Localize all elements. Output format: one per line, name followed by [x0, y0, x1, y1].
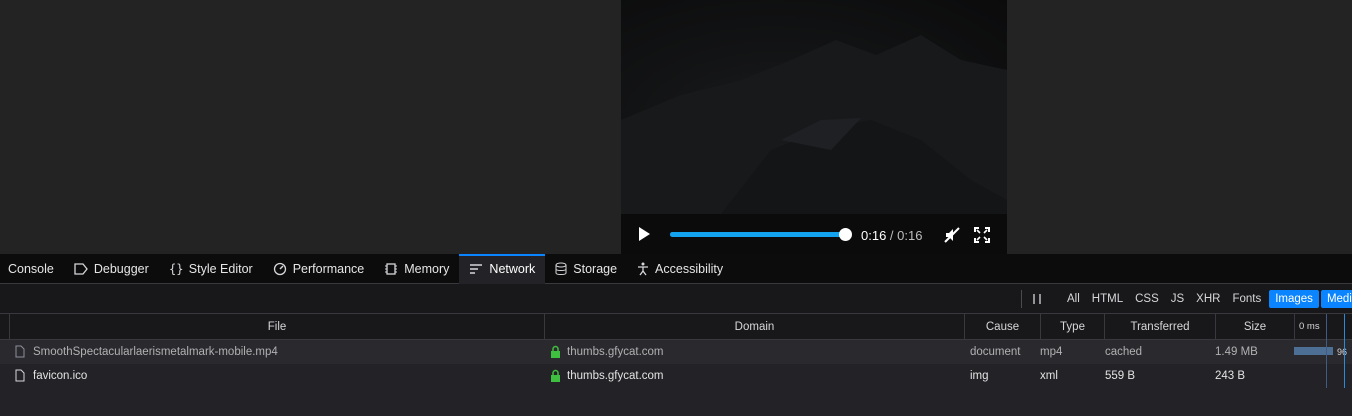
request-type: mp4	[1040, 346, 1063, 358]
request-domain: thumbs.gfycat.com	[567, 370, 664, 382]
filter-js[interactable]: JS	[1165, 290, 1190, 308]
column-header-file[interactable]: File	[9, 314, 544, 340]
timeline-marker-domcontentloaded	[1326, 314, 1327, 388]
svg-text:{}: {}	[169, 262, 183, 276]
file-icon	[15, 345, 25, 358]
video-content-image	[621, 35, 1007, 214]
request-type: xml	[1040, 370, 1058, 382]
video-controls: 0:16 / 0:16	[621, 214, 1007, 254]
request-file: favicon.ico	[33, 370, 88, 382]
request-file: SmoothSpectacularlaerismetalmark-mobile.…	[33, 346, 278, 358]
fullscreen-icon[interactable]	[973, 226, 991, 244]
style-editor-icon: {}	[169, 262, 183, 276]
pause-icon[interactable]	[1031, 293, 1043, 305]
video-frame[interactable]	[621, 0, 1007, 214]
requests-empty-area	[0, 388, 1352, 416]
tab-debugger[interactable]: Debugger	[64, 254, 159, 284]
column-header-domain[interactable]: Domain	[544, 314, 964, 340]
tab-network-label: Network	[489, 262, 536, 276]
filter-media[interactable]: Media	[1320, 290, 1352, 308]
filter-fonts[interactable]: Fonts	[1226, 290, 1267, 308]
tab-console[interactable]: Console	[0, 254, 64, 284]
performance-icon	[273, 262, 286, 276]
tab-style-editor-label: Style Editor	[188, 262, 253, 276]
request-type-filters: All HTML CSS JS XHR Fonts Images Media	[1061, 290, 1352, 308]
column-header-cause[interactable]: Cause	[964, 314, 1040, 340]
play-icon[interactable]	[635, 225, 653, 243]
table-row[interactable]: SmoothSpectacularlaerismetalmark-mobile.…	[0, 340, 1352, 381]
table-row[interactable]: favicon.ico thumbs.gfycat.com img xml 55…	[0, 364, 1352, 388]
file-icon	[15, 369, 25, 382]
time-separator: /	[886, 228, 898, 243]
request-domain: thumbs.gfycat.com	[567, 346, 664, 358]
video-time-display: 0:16 / 0:16	[861, 228, 922, 243]
duration: 0:16	[897, 228, 923, 243]
accessibility-icon	[638, 262, 649, 276]
waterfall-bar	[1294, 347, 1333, 355]
lock-icon	[551, 345, 560, 358]
timeline-marker-load	[1344, 314, 1345, 388]
tab-debugger-label: Debugger	[93, 262, 149, 276]
tab-network[interactable]: Network	[459, 254, 546, 284]
storage-icon	[555, 262, 567, 275]
lock-icon	[551, 369, 560, 382]
toolbar-divider	[1021, 290, 1022, 308]
request-transferred: 559 B	[1105, 370, 1136, 382]
filter-images[interactable]: Images	[1269, 290, 1319, 308]
muted-speaker-icon[interactable]	[943, 226, 961, 244]
debugger-icon	[74, 263, 88, 275]
tab-storage[interactable]: Storage	[545, 254, 627, 284]
request-cause: document	[970, 346, 1021, 358]
column-header-type[interactable]: Type	[1040, 314, 1104, 340]
request-size: 1.49 MB	[1215, 346, 1258, 358]
column-header-size[interactable]: Size	[1215, 314, 1294, 340]
request-cause: img	[970, 370, 989, 382]
filter-xhr[interactable]: XHR	[1190, 290, 1226, 308]
video-progress-fill	[670, 232, 845, 237]
tab-storage-label: Storage	[573, 262, 618, 276]
page-viewport: 0:16 / 0:16	[0, 0, 1352, 254]
filter-html[interactable]: HTML	[1086, 290, 1129, 308]
tab-console-label: Console	[8, 262, 54, 276]
tab-accessibility-label: Accessibility	[655, 262, 724, 276]
tab-style-editor[interactable]: {} Style Editor	[159, 254, 263, 284]
filter-css[interactable]: CSS	[1129, 290, 1165, 308]
request-transferred: cached	[1105, 346, 1143, 358]
column-header-transferred[interactable]: Transferred	[1104, 314, 1215, 340]
scrubber-handle[interactable]	[839, 228, 852, 241]
request-size: 243 B	[1215, 370, 1246, 382]
tab-accessibility[interactable]: Accessibility	[627, 254, 733, 284]
requests-table-header: File Domain Cause Type Transferred Size …	[0, 314, 1352, 340]
video-scrubber[interactable]	[670, 228, 852, 241]
tab-memory[interactable]: Memory	[374, 254, 459, 284]
current-time: 0:16	[861, 228, 887, 243]
network-toolbar: All HTML CSS JS XHR Fonts Images Media	[0, 284, 1352, 314]
tab-memory-label: Memory	[404, 262, 450, 276]
tab-performance-label: Performance	[292, 262, 365, 276]
filter-all[interactable]: All	[1061, 290, 1086, 308]
video-player[interactable]: 0:16 / 0:16	[621, 0, 1007, 254]
tab-performance[interactable]: Performance	[263, 254, 375, 284]
network-icon	[470, 264, 483, 274]
devtools-toolbox-tabs: Console Debugger {} Style Editor Perform…	[0, 254, 1352, 284]
memory-icon	[385, 263, 398, 275]
